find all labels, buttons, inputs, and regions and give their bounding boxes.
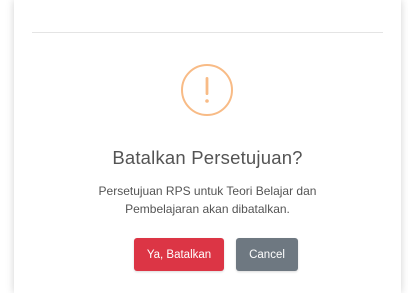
header-divider xyxy=(32,32,383,33)
page: Batalkan Persetujuan? Persetujuan RPS un… xyxy=(0,0,408,293)
exclamation-mark-icon xyxy=(205,77,209,103)
dialog-message-line-1: Persetujuan RPS untuk Teori Belajar dan xyxy=(98,184,317,198)
dialog-message: Persetujuan RPS untuk Teori Belajar dan … xyxy=(14,182,401,218)
cancel-button[interactable]: Cancel xyxy=(236,238,298,271)
dialog-message-line-2: Pembelajaran akan dibatalkan. xyxy=(125,202,290,216)
dialog-actions: Ya, Batalkan Cancel xyxy=(14,238,401,271)
confirm-cancel-approval-button[interactable]: Ya, Batalkan xyxy=(134,238,224,271)
warning-icon xyxy=(181,64,233,116)
dialog-title: Batalkan Persetujuan? xyxy=(112,147,303,168)
confirmation-dialog: Batalkan Persetujuan? Persetujuan RPS un… xyxy=(14,0,401,293)
